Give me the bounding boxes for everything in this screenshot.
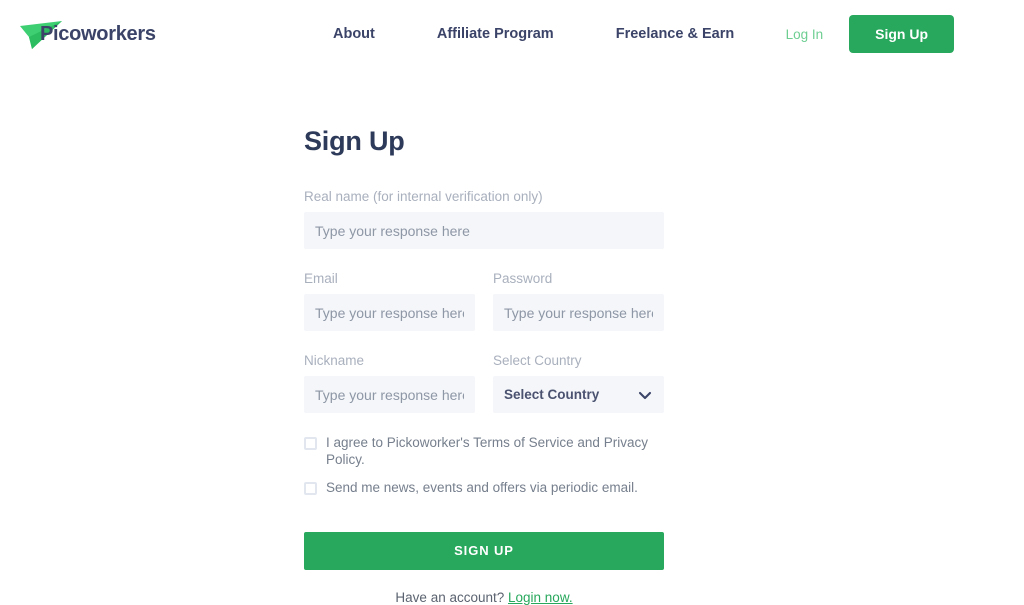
login-now-link[interactable]: Login now. xyxy=(508,590,573,605)
country-select[interactable]: Select Country xyxy=(493,376,664,413)
newsletter-checkbox[interactable] xyxy=(304,481,317,495)
page-title: Sign Up xyxy=(304,126,405,156)
nickname-input[interactable] xyxy=(304,376,475,413)
label-real-name: Real name (for internal verification onl… xyxy=(304,189,543,204)
field-password: Password xyxy=(493,271,664,331)
login-link[interactable]: Log In xyxy=(786,27,824,42)
terms-checkbox-label: I agree to Pickoworker's Terms of Servic… xyxy=(326,435,648,467)
main-nav: About Affiliate Program Freelance & Earn xyxy=(333,26,734,42)
have-account-text: Have an account? xyxy=(395,589,505,605)
field-country: Select Country Select Country xyxy=(493,353,664,413)
real-name-input[interactable] xyxy=(304,212,664,249)
nav-item-freelance-earn[interactable]: Freelance & Earn xyxy=(616,26,734,42)
header-actions: Log In Sign Up xyxy=(786,15,954,53)
row-nickname-country: Nickname Select Country Select Country xyxy=(304,353,664,413)
chevron-down-icon xyxy=(638,388,652,402)
brand-name: Picoworkers xyxy=(40,23,156,45)
label-select-country: Select Country xyxy=(493,353,582,368)
header-signup-button[interactable]: Sign Up xyxy=(849,15,954,53)
label-email: Email xyxy=(304,271,338,286)
field-nickname: Nickname xyxy=(304,353,475,413)
signup-form: Sign Up Real name (for internal verifica… xyxy=(304,68,664,605)
newsletter-checkbox-label: Send me news, events and offers via peri… xyxy=(326,479,638,495)
field-real-name: Real name (for internal verification onl… xyxy=(304,189,664,249)
country-select-value: Select Country xyxy=(504,387,600,402)
signup-submit-button[interactable]: SIGN UP xyxy=(304,531,664,570)
email-input[interactable] xyxy=(304,294,475,331)
label-password: Password xyxy=(493,271,553,286)
consent-checkboxes: I agree to Pickoworker's Terms of Servic… xyxy=(304,435,664,497)
password-input[interactable] xyxy=(493,294,664,331)
label-nickname: Nickname xyxy=(304,353,365,368)
checkbox-row-newsletter[interactable]: Send me news, events and offers via peri… xyxy=(304,480,664,497)
terms-checkbox[interactable] xyxy=(304,437,317,450)
brand-logo[interactable]: Picoworkers xyxy=(18,14,156,54)
checkbox-row-terms[interactable]: I agree to Pickoworker's Terms of Servic… xyxy=(304,435,664,469)
have-account-note: Have an account? Login now. xyxy=(304,590,664,605)
nav-item-affiliate-program[interactable]: Affiliate Program xyxy=(437,26,554,42)
row-email-password: Email Password xyxy=(304,271,664,331)
nav-item-about[interactable]: About xyxy=(333,26,375,42)
site-header: Picoworkers About Affiliate Program Free… xyxy=(0,0,1024,68)
field-email: Email xyxy=(304,271,475,331)
